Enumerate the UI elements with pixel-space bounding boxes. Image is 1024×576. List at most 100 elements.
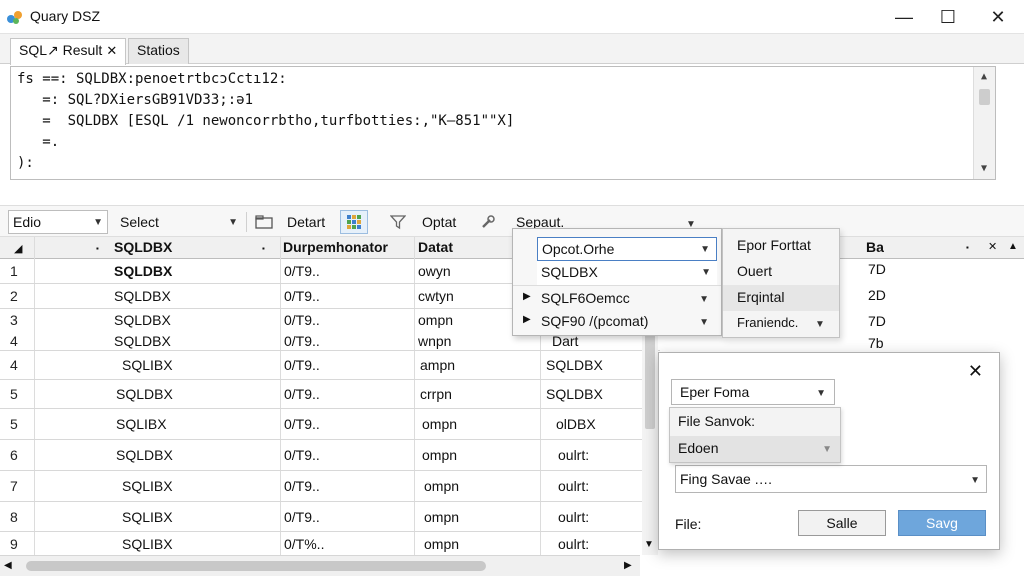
dropdown-item[interactable]: ▶ SQF90 /(pcomat) ▼ bbox=[513, 309, 721, 335]
cell: 0/T9.. bbox=[284, 416, 320, 432]
format-list: File Sanvok: Edoen ▼ bbox=[669, 407, 841, 463]
submenu-item[interactable]: Epor Forttat bbox=[737, 237, 811, 253]
scroll-left-icon[interactable]: ◀ bbox=[4, 560, 12, 571]
cell: wnpn bbox=[418, 332, 452, 349]
optat-button[interactable]: Optat bbox=[418, 210, 460, 234]
tab-sql-result[interactable]: SQL↗ Result ✕ bbox=[10, 38, 127, 65]
column-header[interactable]: Ba bbox=[866, 239, 884, 255]
cell: ompn bbox=[424, 478, 460, 494]
cell: 0/T9.. bbox=[284, 478, 320, 494]
scroll-up-icon[interactable]: ▲ bbox=[974, 71, 994, 82]
select-combo-value: Select bbox=[120, 214, 159, 230]
scroll-down-icon[interactable]: ▼ bbox=[974, 163, 994, 174]
chevron-down-icon: ▼ bbox=[93, 216, 103, 228]
cell: ompn bbox=[422, 447, 458, 463]
cell: SQLDBX bbox=[114, 332, 171, 349]
filter-icon[interactable] bbox=[384, 210, 412, 234]
cell: SQLDBX bbox=[546, 357, 603, 373]
chevron-right-icon: ▶ bbox=[523, 291, 531, 302]
list-item[interactable]: File Sanvok: bbox=[678, 413, 755, 429]
table-row[interactable]: 5 SQLIBX 0/T9.. ompn olDBX bbox=[0, 409, 660, 440]
chevron-down-icon: ▼ bbox=[816, 388, 826, 399]
list-item-label: Edoen bbox=[678, 440, 719, 456]
dropdown-item-label: SQF90 /(pcomat) bbox=[541, 313, 649, 329]
cell: 0/T9.. bbox=[284, 288, 320, 304]
editor-scrollbar[interactable]: ▲ ▼ bbox=[973, 67, 995, 179]
cell: SQLDBX bbox=[116, 447, 173, 463]
cell: 0/T%.. bbox=[284, 536, 325, 552]
cancel-button[interactable]: Salle bbox=[798, 510, 886, 536]
list-item-selected[interactable]: Edoen ▼ bbox=[670, 436, 840, 462]
wrench-icon[interactable] bbox=[474, 210, 502, 234]
chevron-down-icon: ▼ bbox=[228, 216, 238, 228]
cell: SQLDBX bbox=[114, 263, 173, 279]
save-button[interactable]: Savg bbox=[898, 510, 986, 536]
dropdown-item[interactable]: ▶ SQLF6Oemcc ▼ bbox=[513, 285, 721, 311]
table-row[interactable]: 4 SQLIBX 0/T9.. ampn SQLDBX bbox=[0, 351, 660, 380]
cell: SQLIBX bbox=[122, 357, 173, 373]
cell: 0/T9.. bbox=[284, 312, 320, 328]
scroll-thumb[interactable] bbox=[979, 89, 990, 105]
dropdown-item[interactable]: SQLDBX ▼ bbox=[513, 261, 721, 287]
dropdown-item-label: Opcot.Orhe bbox=[542, 241, 615, 257]
table-row[interactable]: 7 SQLIBX 0/T9.. ompn oulrt: bbox=[0, 471, 660, 502]
file-name-combo[interactable]: Fing Savae .… ▼ bbox=[675, 465, 987, 493]
file-label: File: bbox=[675, 516, 702, 532]
maximize-button[interactable]: ☐ bbox=[928, 4, 968, 30]
detart-button[interactable]: Detart bbox=[283, 210, 329, 234]
cell: 0/T9.. bbox=[284, 357, 320, 373]
scroll-down-icon[interactable]: ▼ bbox=[644, 539, 654, 550]
format-select[interactable]: Opcot.Orhe ▼ bbox=[537, 237, 717, 261]
close-window-button[interactable]: ✕ bbox=[978, 4, 1018, 30]
dropdown-item-label: SQLF6Oemcc bbox=[541, 290, 630, 306]
cell: ompn bbox=[422, 416, 458, 432]
close-icon[interactable]: ✕ bbox=[988, 240, 997, 253]
submenu-item-label: Erqintal bbox=[737, 289, 785, 305]
cell: oulrt: bbox=[558, 536, 590, 552]
format-combo[interactable]: Eper Foma ▼ bbox=[671, 379, 835, 405]
submenu-item-highlight[interactable]: Erqintal bbox=[723, 285, 839, 311]
horizontal-scrollbar[interactable]: ◀ ▶ bbox=[0, 555, 640, 576]
column-marker-icon: ▪ bbox=[96, 244, 99, 253]
sql-editor[interactable]: fs ==: SQLDBX:penoetrtbcɔCctı12: =: SQL?… bbox=[10, 66, 996, 180]
row-number: 7 bbox=[10, 478, 18, 494]
column-header[interactable]: SQLDBX bbox=[114, 239, 172, 255]
row-number: 4 bbox=[10, 332, 18, 349]
table-row[interactable]: 9 SQLIBX 0/T%.. ompn oulrt: bbox=[0, 532, 660, 555]
scroll-up-icon[interactable]: ▲ bbox=[1008, 241, 1018, 252]
tab-strip: SQL↗ Result ✕ Statios bbox=[0, 34, 1024, 65]
table-row[interactable]: 8 SQLIBX 0/T9.. ompn oulrt: bbox=[0, 502, 660, 532]
dropdown-item[interactable]: Opcot.Orhe ▼ bbox=[513, 235, 721, 261]
row-number: 8 bbox=[10, 508, 18, 525]
minimize-button[interactable]: — bbox=[884, 4, 924, 30]
code-line: =. bbox=[17, 134, 60, 150]
edit-combo-value: Edio bbox=[13, 214, 42, 230]
tab-label: SQL↗ Result bbox=[19, 42, 103, 58]
source-select[interactable]: SQLDBX ▼ bbox=[537, 261, 717, 285]
cell: 0/T9.. bbox=[284, 386, 320, 402]
dialog-close-icon[interactable]: ✕ bbox=[968, 361, 983, 382]
edit-combo[interactable]: Edio ▼ bbox=[8, 210, 108, 234]
scroll-right-icon[interactable]: ▶ bbox=[624, 560, 632, 571]
select-combo[interactable]: Select ▼ bbox=[116, 210, 242, 234]
chevron-down-icon: ▼ bbox=[700, 244, 710, 255]
chevron-down-icon: ▼ bbox=[699, 317, 709, 328]
submenu-item[interactable]: Franiendc. bbox=[737, 315, 798, 330]
submenu-item[interactable]: Ouert bbox=[737, 263, 772, 279]
column-header[interactable]: Durpemhonator bbox=[283, 239, 388, 255]
chevron-down-icon: ▼ bbox=[701, 267, 711, 278]
row-number: 4 bbox=[10, 357, 18, 373]
table-row[interactable]: 6 SQLDBX 0/T9.. ompn oulrt: bbox=[0, 440, 660, 471]
sort-triangle-icon[interactable]: ◢ bbox=[14, 242, 22, 255]
tab-close-icon[interactable]: ✕ bbox=[106, 43, 117, 58]
chevron-down-icon: ▼ bbox=[970, 475, 980, 486]
column-header[interactable]: Datat bbox=[418, 239, 453, 255]
scroll-thumb[interactable] bbox=[26, 561, 486, 571]
table-row[interactable]: 5 SQLDBX 0/T9.. crrpn SQLDBX bbox=[0, 380, 660, 409]
tab-statios[interactable]: Statios bbox=[128, 38, 189, 64]
folder-icon[interactable] bbox=[250, 210, 278, 234]
grid-view-icon[interactable] bbox=[340, 210, 368, 234]
cell: SQLIBX bbox=[122, 508, 173, 525]
app-logo-icon bbox=[7, 11, 22, 24]
cell: 0/T9.. bbox=[284, 332, 320, 349]
